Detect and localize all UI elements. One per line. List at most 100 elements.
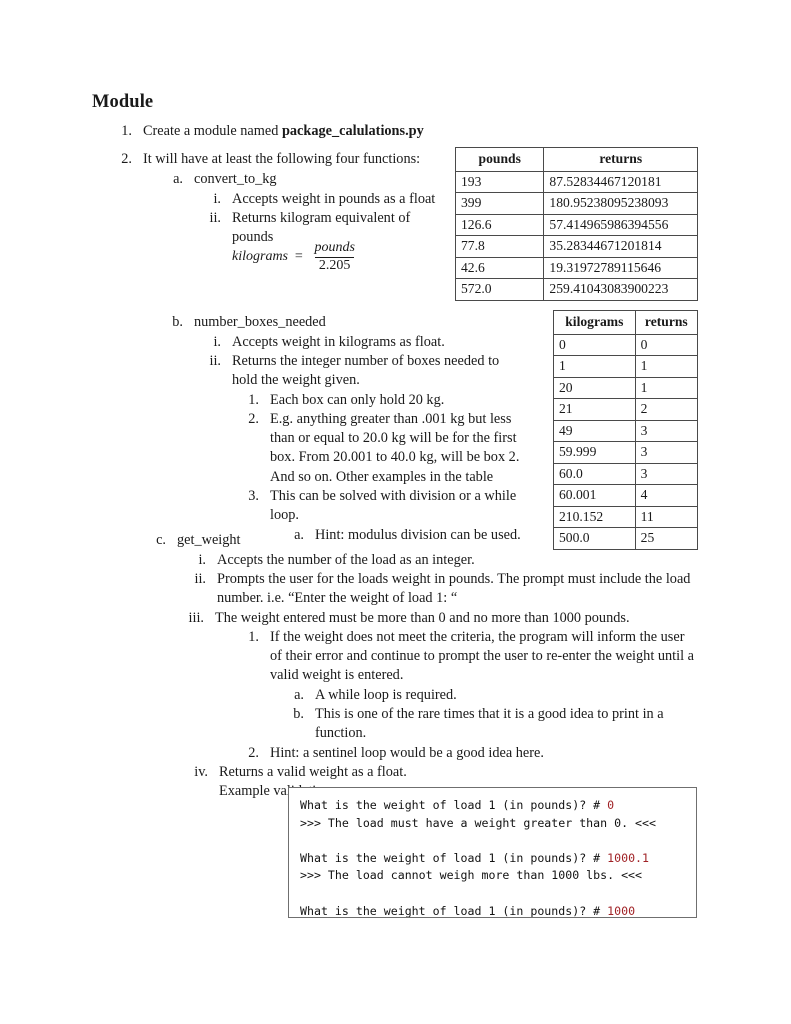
console-line-text: >>> The load cannot weigh more than 1000… <box>300 868 643 883</box>
cell-returns: 1 <box>634 355 699 378</box>
outline-item-2c-i: i. Accepts the number of the load as an … <box>188 551 608 570</box>
table-row: 572.0 259.41043083900223 <box>454 278 698 301</box>
outline-item-2b-i: i. Accepts weight in kilograms as float. <box>203 333 503 352</box>
list-marker: iv. <box>194 764 208 780</box>
outline-item-2c-iv: iv. Returns a valid weight as a float. <box>190 763 610 782</box>
cell-kilograms: 21 <box>553 398 636 421</box>
list-marker: 2. <box>248 411 259 427</box>
table-row: 193 87.52834467120181 <box>454 170 698 193</box>
cell-returns: 11 <box>634 505 699 528</box>
cell-returns: 3 <box>634 419 699 442</box>
list-marker: a. <box>294 687 304 703</box>
table-row: 500.0 25 <box>553 527 699 550</box>
outline-item-2b: b. number_boxes_needed <box>167 313 467 332</box>
table-row: 21 2 <box>553 398 699 421</box>
table-row: 20 1 <box>553 376 699 399</box>
outline-item-text: A while loop is required. <box>315 687 457 703</box>
outline-item-2a-i: i. Accepts weight in pounds as a float <box>203 190 453 209</box>
console-line-value: 1000.1 <box>607 850 650 865</box>
list-marker: 2. <box>248 745 259 761</box>
cell-kilograms: 60.001 <box>553 484 636 507</box>
formula-denominator: 2.205 <box>314 256 355 274</box>
console-line: What is the weight of load 1 (in pounds)… <box>300 903 686 918</box>
cell-kilograms: 500.0 <box>553 527 636 550</box>
cell-returns: 0 <box>634 333 699 356</box>
cell-returns: 2 <box>634 398 699 421</box>
list-marker: ii. <box>209 353 221 369</box>
list-marker: 1. <box>121 123 132 139</box>
list-marker: 2. <box>121 151 132 167</box>
cell-kilograms: 49 <box>553 419 636 442</box>
outline-item-2c-ii: ii. Prompts the user for the loads weigh… <box>188 570 698 608</box>
cell-kilograms: 1 <box>553 355 636 378</box>
cell-returns: 4 <box>634 484 699 507</box>
outline-item-2c-iii-1-a: a. A while loop is required. <box>290 686 690 705</box>
console-line: >>> The load must have a weight greater … <box>300 815 686 833</box>
list-marker: 3. <box>248 488 259 504</box>
table-header-row: pounds returns <box>454 147 698 172</box>
outline-item-text: It will have at least the following four… <box>143 151 421 167</box>
outline-item-2c-iii-1-b: b. This is one of the rare times that it… <box>290 705 698 743</box>
table-row: 60.0 3 <box>553 462 699 485</box>
cell-returns: 180.95238095238093 <box>543 192 698 215</box>
outline-item-text: Accepts weight in kilograms as float. <box>232 334 445 350</box>
outline-item-1: 1. Create a module named package_calulat… <box>112 122 532 141</box>
column-header-kilograms: kilograms <box>553 310 636 335</box>
cell-pounds: 42.6 <box>454 256 545 279</box>
outline-item-text: If the weight does not meet the criteria… <box>270 629 694 684</box>
outline-item-2b-ii-1: 1. Each box can only hold 20 kg. <box>243 391 533 410</box>
table-row: 1 1 <box>553 355 699 378</box>
outline-item-text: convert_to_kg <box>194 171 277 187</box>
cell-returns: 25 <box>634 527 699 550</box>
outline-item-2c-iii-2: 2. Hint: a sentinel loop would be a good… <box>243 744 663 763</box>
table-row: 49 3 <box>553 419 699 442</box>
cell-pounds: 399 <box>454 192 545 215</box>
table-row: 0 0 <box>553 333 699 356</box>
kilograms-formula: kilograms = pounds 2.205 <box>232 240 359 274</box>
console-line-text: What is the weight of load 1 (in pounds)… <box>300 850 608 865</box>
cell-returns: 35.28344671201814 <box>543 235 698 258</box>
outline-item-text: number_boxes_needed <box>194 314 326 330</box>
pounds-returns-table: pounds returns 193 87.52834467120181 399… <box>454 147 698 301</box>
console-line: What is the weight of load 1 (in pounds)… <box>300 797 686 815</box>
formula-equals: = <box>294 249 304 265</box>
outline-item-text: Create a module named package_calulation… <box>143 122 532 141</box>
table-row: 60.001 4 <box>553 484 699 507</box>
list-marker: i. <box>213 334 221 350</box>
list-marker: c. <box>156 532 166 548</box>
column-header-returns: returns <box>634 310 699 335</box>
cell-returns: 259.41043083900223 <box>543 278 698 301</box>
formula-lhs: kilograms <box>232 249 288 265</box>
table-row: 59.999 3 <box>553 441 699 464</box>
console-line-value: 0 <box>607 798 615 812</box>
column-header-returns: returns <box>543 147 698 172</box>
cell-returns: 3 <box>634 462 699 485</box>
table-row: 42.6 19.31972789115646 <box>454 256 698 279</box>
table-row: 399 180.95238095238093 <box>454 192 698 215</box>
cell-kilograms: 60.0 <box>553 462 636 485</box>
cell-returns: 1 <box>634 376 699 399</box>
outline-item-text: Returns the integer number of boxes need… <box>232 353 500 389</box>
outline-item-text: E.g. anything greater than .001 kg but l… <box>270 411 520 485</box>
list-marker: b. <box>293 706 304 722</box>
outline-item-2c: c. get_weight <box>150 531 450 550</box>
table-row: 126.6 57.414965986394556 <box>454 213 698 236</box>
document-page: Module 1. Create a module named package_… <box>0 0 791 1024</box>
list-marker: b. <box>172 314 183 330</box>
console-line-value: 1000 <box>607 903 636 918</box>
outline-item-text: Hint: a sentinel loop would be a good id… <box>270 745 544 761</box>
cell-kilograms: 59.999 <box>553 441 636 464</box>
outline-text-before: Create a module named <box>143 123 282 139</box>
cell-kilograms: 20 <box>553 376 636 399</box>
outline-item-text: This can be solved with division or a wh… <box>270 488 517 524</box>
cell-kilograms: 210.152 <box>553 505 636 528</box>
console-line-text: What is the weight of load 1 (in pounds)… <box>300 903 608 918</box>
outline-item-text: The weight entered must be more than 0 a… <box>215 610 630 626</box>
cell-pounds: 77.8 <box>454 235 545 258</box>
cell-pounds: 193 <box>454 170 545 193</box>
outline-item-text: This is one of the rare times that it is… <box>315 706 664 742</box>
example-validation-console: What is the weight of load 1 (in pounds)… <box>288 787 697 918</box>
outline-item-2b-ii-2: 2. E.g. anything greater than .001 kg bu… <box>243 410 538 487</box>
